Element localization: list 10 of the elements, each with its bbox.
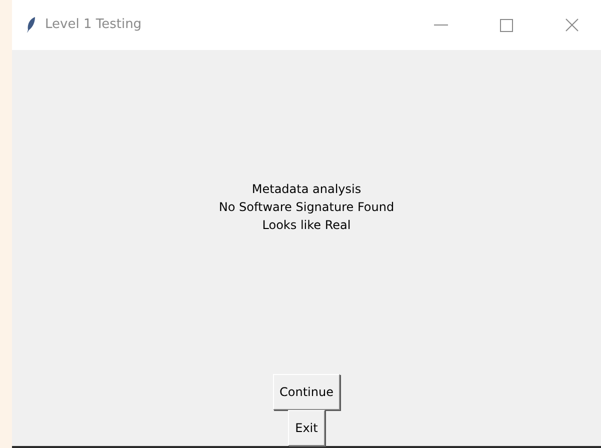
feather-icon: [26, 16, 36, 34]
dialog-button[interactable]: Exit: [288, 410, 325, 446]
dialog-button[interactable]: Continue: [272, 374, 340, 410]
message-line: Looks like Real: [262, 217, 351, 234]
message-line: Metadata analysis: [252, 181, 362, 198]
message-line: No Software Signature Found: [218, 199, 394, 216]
window-title: Level 1 Testing: [45, 16, 142, 34]
minimize-icon[interactable]: [434, 24, 448, 26]
maximize-icon[interactable]: [500, 18, 513, 32]
close-icon[interactable]: [565, 18, 579, 32]
